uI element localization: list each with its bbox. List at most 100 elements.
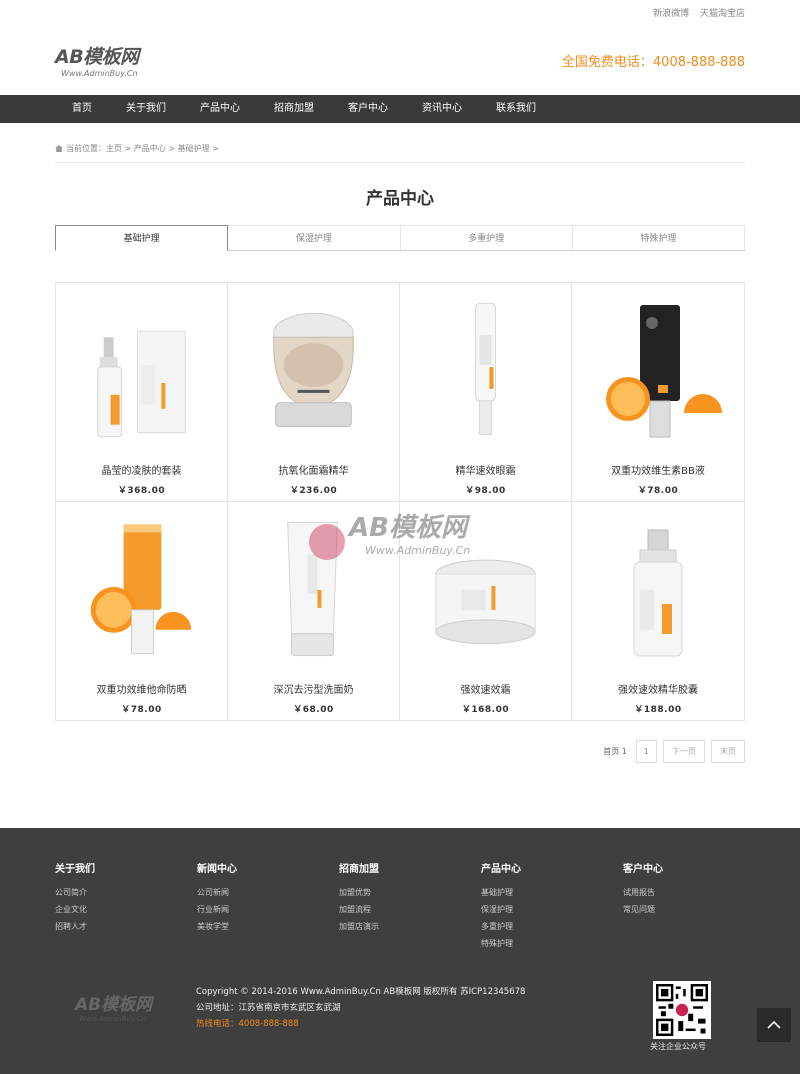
product-name[interactable]: 深沉去污型洗面奶 [228, 681, 399, 696]
product-card[interactable]: 抗氧化面霜精华 ￥236.00 [228, 283, 400, 502]
footer-col-about: 关于我们 公司简介 企业文化 招聘人才 [55, 860, 95, 935]
footer-col-customer: 客户中心 试用报告 常见问题 [623, 860, 663, 918]
footer-link[interactable]: 试用报告 [623, 884, 663, 901]
product-price: ￥78.00 [637, 486, 679, 496]
home-icon [55, 145, 63, 152]
footer-logo-text: AB模板网 [75, 995, 153, 1015]
product-name[interactable]: 抗氧化面霜精华 [228, 462, 399, 477]
qr-code [653, 981, 711, 1039]
footer-link[interactable]: 特殊护理 [481, 935, 521, 952]
footer-col-title[interactable]: 新闻中心 [197, 860, 237, 875]
footer-link[interactable]: 加盟店演示 [339, 918, 379, 935]
product-image[interactable] [228, 514, 399, 664]
footer-link[interactable]: 保湿护理 [481, 901, 521, 918]
pager-next[interactable]: 下一页 [663, 740, 705, 763]
footer: 关于我们 公司简介 企业文化 招聘人才 新闻中心 公司新闻 行业新闻 美妆学堂 … [0, 828, 800, 1074]
product-image[interactable] [56, 295, 227, 445]
nav-item-customer[interactable]: 客户中心 [331, 95, 405, 123]
pagination: 首页 1 1 下一页 末页 [603, 740, 745, 763]
product-name[interactable]: 晶莹的凌肤的套装 [56, 462, 227, 477]
tmall-link[interactable]: 天猫淘宝店 [700, 9, 745, 19]
pager-current[interactable]: 1 [635, 740, 657, 763]
footer-logo: AB模板网 Www.AdminBuy.Cn [75, 990, 152, 1023]
product-name[interactable]: 双重功效维他命防晒 [56, 681, 227, 696]
product-price: ￥236.00 [289, 486, 338, 496]
footer-link[interactable]: 企业文化 [55, 901, 95, 918]
product-name[interactable]: 精华速效眼霜 [400, 462, 571, 477]
category-tabs: 基础护理 保湿护理 多重护理 特殊护理 [55, 225, 745, 251]
product-card[interactable]: 深沉去污型洗面奶 ￥68.00 [228, 501, 400, 720]
footer-link[interactable]: 公司新闻 [197, 884, 237, 901]
product-image[interactable] [228, 295, 399, 445]
weibo-link[interactable]: 新浪微博 [653, 9, 689, 19]
header-hotline: 全国免费电话：4008-888-888 [561, 55, 745, 70]
main-nav: 首页 关于我们 产品中心 招商加盟 客户中心 资讯中心 联系我们 [0, 95, 800, 123]
product-name[interactable]: 双重功效维生素BB液 [572, 462, 744, 477]
product-price: ￥68.00 [293, 704, 334, 715]
footer-link[interactable]: 多重护理 [481, 918, 521, 935]
top-links: 新浪微博 天猫淘宝店 [645, 6, 745, 19]
footer-col-news: 新闻中心 公司新闻 行业新闻 美妆学堂 [197, 860, 237, 935]
product-image[interactable] [572, 514, 744, 664]
product-price: ￥98.00 [465, 486, 506, 496]
copyright: Copyright © 2014-2016 Www.AdminBuy.Cn AB… [196, 987, 526, 997]
site-logo[interactable]: AB模板网 Www.AdminBuy.Cn [55, 42, 139, 78]
footer-logo-subtext: Www.AdminBuy.Cn [79, 1015, 146, 1023]
nav-item-products[interactable]: 产品中心 [183, 95, 257, 123]
breadcrumb-text[interactable]: 当前位置：主页 > 产品中心 > 基础护理 > [66, 144, 219, 153]
product-card[interactable]: 强效速效精华胶囊 ￥188.00 [572, 502, 744, 721]
product-card[interactable]: 双重功效维他命防晒 ￥78.00 [56, 501, 228, 720]
tab-multi-care[interactable]: 多重护理 [400, 225, 573, 250]
footer-link[interactable]: 加盟流程 [339, 901, 379, 918]
tab-basic-care[interactable]: 基础护理 [55, 225, 229, 251]
footer-link[interactable]: 招聘人才 [55, 918, 95, 935]
nav-item-about[interactable]: 关于我们 [109, 95, 183, 123]
footer-link[interactable]: 基础护理 [481, 884, 521, 901]
product-card[interactable]: 晶莹的凌肤的套装 ￥368.00 [56, 283, 228, 502]
footer-link[interactable]: 常见问题 [623, 901, 663, 918]
logo-subtext: Www.AdminBuy.Cn [61, 69, 138, 78]
product-card[interactable]: 精华速效眼霜 ￥98.00 [400, 283, 572, 502]
footer-col-title[interactable]: 产品中心 [481, 860, 521, 875]
footer-hotline: 热线电话：4008-888-888 [196, 1019, 299, 1029]
footer-col-title[interactable]: 招商加盟 [339, 860, 379, 875]
qr-caption: 关注企业公众号 [650, 1042, 706, 1051]
pager-last[interactable]: 末页 [711, 740, 745, 763]
back-to-top-button[interactable] [757, 1008, 791, 1042]
page-title: 产品中心 [366, 189, 434, 209]
footer-col-title[interactable]: 关于我们 [55, 860, 95, 875]
tab-special-care[interactable]: 特殊护理 [572, 225, 745, 250]
logo-text: AB模板网 [55, 46, 139, 68]
product-card[interactable]: 强效速效霜 ￥168.00 [400, 501, 572, 720]
product-price: ￥368.00 [117, 486, 166, 496]
product-image[interactable] [56, 514, 227, 664]
nav-item-contact[interactable]: 联系我们 [479, 95, 553, 123]
footer-info: Copyright © 2014-2016 Www.AdminBuy.Cn AB… [196, 984, 525, 1032]
pager-label: 首页 1 [603, 747, 627, 756]
product-name[interactable]: 强效速效精华胶囊 [572, 681, 744, 696]
nav-item-news[interactable]: 资讯中心 [405, 95, 479, 123]
product-image[interactable] [400, 514, 571, 664]
tab-moisture-care[interactable]: 保湿护理 [228, 225, 401, 250]
product-card[interactable]: 双重功效维生素BB液 ￥78.00 [572, 283, 744, 502]
product-image[interactable] [572, 295, 744, 445]
product-name[interactable]: 强效速效霜 [400, 681, 571, 696]
product-grid: 晶莹的凌肤的套装 ￥368.00 抗氧化面霜精华 ￥236.00 精华速效眼霜 … [55, 282, 745, 721]
product-price: ￥188.00 [634, 704, 682, 715]
chevron-up-icon [767, 1020, 781, 1029]
footer-link[interactable]: 行业新闻 [197, 901, 237, 918]
footer-link[interactable]: 公司简介 [55, 884, 95, 901]
footer-col-title[interactable]: 客户中心 [623, 860, 663, 875]
product-price: ￥168.00 [461, 704, 510, 715]
address: 公司地址：江苏省南京市玄武区玄武湖 [196, 1003, 341, 1013]
nav-item-home[interactable]: 首页 [55, 95, 109, 123]
product-image[interactable] [400, 295, 571, 445]
breadcrumb: 当前位置：主页 > 产品中心 > 基础护理 > [55, 143, 745, 163]
product-price: ￥78.00 [121, 704, 162, 715]
footer-link[interactable]: 加盟优势 [339, 884, 379, 901]
top-bar: 新浪微博 天猫淘宝店 [0, 0, 800, 22]
footer-link[interactable]: 美妆学堂 [197, 918, 237, 935]
footer-col-products: 产品中心 基础护理 保湿护理 多重护理 特殊护理 [481, 860, 521, 952]
nav-item-franchise[interactable]: 招商加盟 [257, 95, 331, 123]
footer-col-franchise: 招商加盟 加盟优势 加盟流程 加盟店演示 [339, 860, 379, 935]
